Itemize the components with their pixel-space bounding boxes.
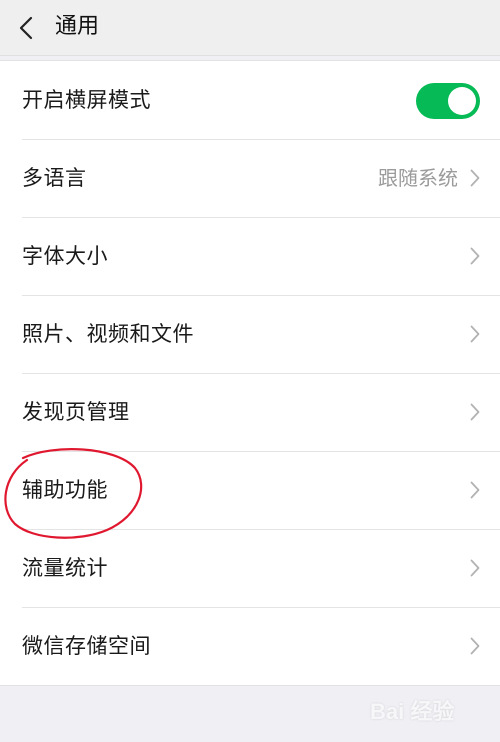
chevron-right-icon — [470, 481, 480, 499]
setting-label: 辅助功能 — [22, 478, 108, 502]
setting-data-usage[interactable]: 流量统计 — [0, 529, 500, 607]
chevron-right-icon — [470, 637, 480, 655]
setting-label: 流量统计 — [22, 556, 108, 580]
chevron-right-icon — [470, 169, 480, 187]
chevron-right-icon — [470, 247, 480, 265]
watermark-logo: Bai 经验 — [370, 688, 486, 728]
setting-accessibility[interactable]: 辅助功能 — [0, 451, 500, 529]
setting-label: 照片、视频和文件 — [22, 322, 194, 346]
setting-storage[interactable]: 微信存储空间 — [0, 607, 500, 685]
setting-label: 字体大小 — [22, 244, 108, 268]
setting-label: 微信存储空间 — [22, 634, 151, 658]
setting-label: 开启横屏模式 — [22, 88, 151, 112]
chevron-left-icon — [19, 16, 33, 40]
setting-landscape-mode: 开启横屏模式 — [0, 61, 500, 139]
setting-media-files[interactable]: 照片、视频和文件 — [0, 295, 500, 373]
setting-label: 多语言 — [22, 166, 87, 190]
setting-label: 发现页管理 — [22, 400, 130, 424]
settings-list: 开启横屏模式 多语言 跟随系统 字体大小 照片、视频和文件 发现页管理 辅助功能 — [0, 60, 500, 686]
setting-font-size[interactable]: 字体大小 — [0, 217, 500, 295]
page-title: 通用 — [55, 14, 100, 39]
chevron-right-icon — [470, 325, 480, 343]
setting-language[interactable]: 多语言 跟随系统 — [0, 139, 500, 217]
setting-discover-management[interactable]: 发现页管理 — [0, 373, 500, 451]
navigation-bar: 通用 — [0, 0, 500, 56]
chevron-right-icon — [470, 403, 480, 421]
toggle-knob — [448, 87, 476, 115]
chevron-right-icon — [470, 559, 480, 577]
setting-value: 跟随系统 — [378, 166, 458, 190]
back-button[interactable] — [0, 0, 52, 56]
watermark-text: Bai 经验 — [370, 699, 455, 724]
landscape-mode-toggle[interactable] — [416, 83, 480, 119]
